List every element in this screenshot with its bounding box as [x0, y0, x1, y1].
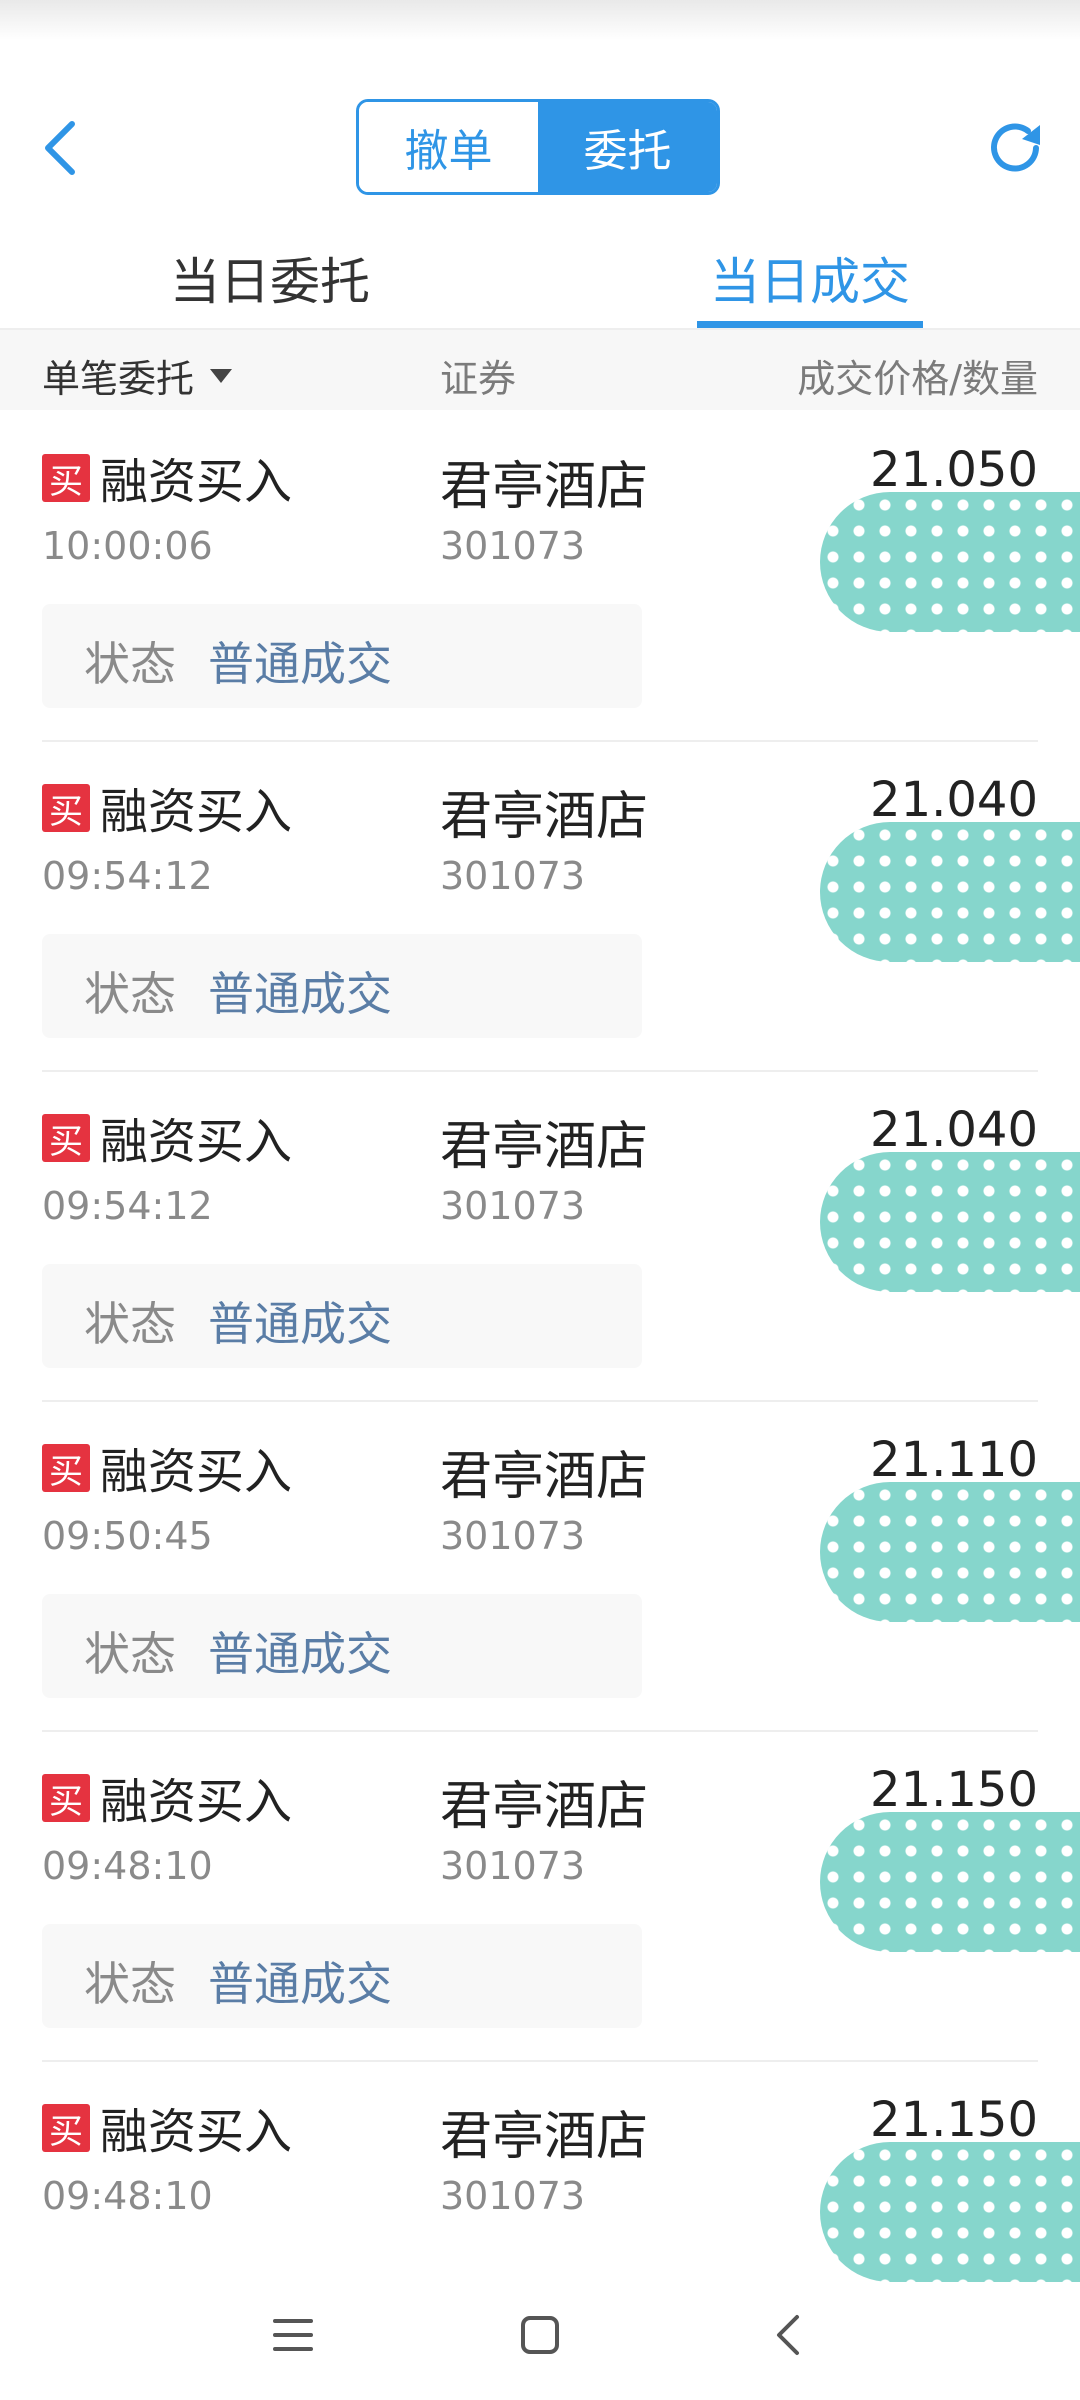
nav-back-button[interactable]	[742, 2290, 832, 2380]
trade-row[interactable]: 买 融资买入 09:50:45 君亭酒店 301073 21.110 状态 普通…	[0, 1402, 1080, 1732]
operation-type: 融资买入	[100, 1774, 293, 1830]
security-code: 301073	[440, 854, 586, 898]
segmented-control: 撤单 委托	[356, 99, 720, 195]
status-value: 普通成交	[208, 1627, 392, 1681]
status-label: 状态	[84, 1297, 176, 1351]
security-code: 301073	[440, 1844, 586, 1888]
segment-cancel[interactable]: 撤单	[359, 102, 538, 192]
status-value: 普通成交	[208, 1297, 392, 1351]
segment-order[interactable]: 委托	[538, 102, 717, 192]
security-name: 君亭酒店	[440, 457, 649, 517]
trade-price: 21.150	[870, 2092, 1038, 2148]
trade-time: 09:54:12	[42, 854, 213, 898]
column-label-price-qty: 成交价格/数量	[797, 357, 1038, 401]
status-box: 状态 普通成交	[42, 934, 642, 1038]
trade-time: 09:50:45	[42, 1514, 213, 1558]
trade-row[interactable]: 买 融资买入 10:00:06 君亭酒店 301073 21.050 状态 普通…	[0, 412, 1080, 742]
column-label-security: 证券	[440, 357, 517, 401]
tab-label: 当日委托	[170, 253, 370, 311]
trade-price: 21.040	[870, 1102, 1038, 1158]
home-icon	[520, 2316, 559, 2354]
trade-price: 21.050	[870, 442, 1038, 498]
security-name: 君亭酒店	[440, 1117, 649, 1177]
trade-price: 21.150	[870, 1762, 1038, 1818]
status-box: 状态 普通成交	[42, 1594, 642, 1698]
redaction-mark	[820, 1482, 1080, 1622]
status-value: 普通成交	[208, 637, 392, 691]
trade-time: 09:48:10	[42, 2174, 213, 2218]
status-label: 状态	[84, 1957, 176, 2011]
buy-badge: 买	[42, 784, 90, 832]
trade-time: 09:54:12	[42, 1184, 213, 1228]
menu-icon	[273, 2319, 314, 2351]
buy-badge: 买	[42, 1444, 90, 1492]
nav-home-button[interactable]	[495, 2290, 585, 2380]
redaction-mark	[820, 822, 1080, 962]
tab-today-orders[interactable]: 当日委托	[0, 228, 540, 328]
column-header: 单笔委托 证券 成交价格/数量	[0, 330, 1080, 410]
security-code: 301073	[440, 2174, 586, 2218]
caret-down-icon	[210, 368, 233, 383]
security-name: 君亭酒店	[440, 1447, 649, 1507]
operation-type: 融资买入	[100, 1444, 293, 1500]
status-box: 状态 普通成交	[42, 604, 642, 708]
trade-price: 21.110	[870, 1432, 1038, 1488]
tab-today-deals[interactable]: 当日成交	[540, 228, 1080, 328]
sort-dropdown[interactable]: 单笔委托	[42, 348, 233, 403]
redaction-mark	[820, 2142, 1080, 2282]
redaction-mark	[820, 1812, 1080, 1952]
back-icon	[776, 2315, 799, 2355]
tab-bar: 当日委托 当日成交	[0, 228, 1080, 330]
column-label-order: 单笔委托	[42, 357, 195, 401]
trade-time: 09:48:10	[42, 1844, 213, 1888]
tab-active-indicator	[697, 321, 923, 328]
operation-type: 融资买入	[100, 454, 293, 510]
back-button[interactable]	[30, 113, 90, 183]
status-label: 状态	[84, 1627, 176, 1681]
refresh-icon	[991, 123, 1040, 172]
nav-menu-button[interactable]	[248, 2290, 338, 2380]
trade-row[interactable]: 买 融资买入 09:54:12 君亭酒店 301073 21.040 状态 普通…	[0, 742, 1080, 1072]
buy-badge: 买	[42, 1774, 90, 1822]
redaction-mark	[820, 492, 1080, 632]
security-name: 君亭酒店	[440, 2107, 649, 2167]
chevron-left-icon	[45, 121, 75, 175]
operation-type: 融资买入	[100, 1114, 293, 1170]
buy-badge: 买	[42, 454, 90, 502]
buy-badge: 买	[42, 2104, 90, 2152]
trade-row[interactable]: 买 融资买入 09:48:10 君亭酒店 301073 21.150 状态 普通…	[0, 1732, 1080, 2062]
security-name: 君亭酒店	[440, 1777, 649, 1837]
trade-price: 21.040	[870, 772, 1038, 828]
operation-type: 融资买入	[100, 2104, 293, 2160]
redaction-mark	[820, 1152, 1080, 1292]
status-value: 普通成交	[208, 1957, 392, 2011]
security-code: 301073	[440, 1514, 586, 1558]
status-value: 普通成交	[208, 967, 392, 1021]
status-label: 状态	[84, 967, 176, 1021]
operation-type: 融资买入	[100, 784, 293, 840]
buy-badge: 买	[42, 1114, 90, 1162]
status-bar	[0, 0, 1080, 40]
trade-time: 10:00:06	[42, 524, 213, 568]
header: 撤单 委托	[0, 95, 1080, 205]
status-label: 状态	[84, 637, 176, 691]
trade-list: 买 融资买入 10:00:06 君亭酒店 301073 21.050 状态 普通…	[0, 412, 1080, 2392]
refresh-button[interactable]	[980, 113, 1050, 183]
security-name: 君亭酒店	[440, 787, 649, 847]
status-box: 状态 普通成交	[42, 1924, 642, 2028]
security-code: 301073	[440, 524, 586, 568]
tab-label: 当日成交	[710, 253, 910, 311]
status-box: 状态 普通成交	[42, 1264, 642, 1368]
trade-row[interactable]: 买 融资买入 09:54:12 君亭酒店 301073 21.040 状态 普通…	[0, 1072, 1080, 1402]
security-code: 301073	[440, 1184, 586, 1228]
system-nav-bar	[0, 2270, 1080, 2400]
